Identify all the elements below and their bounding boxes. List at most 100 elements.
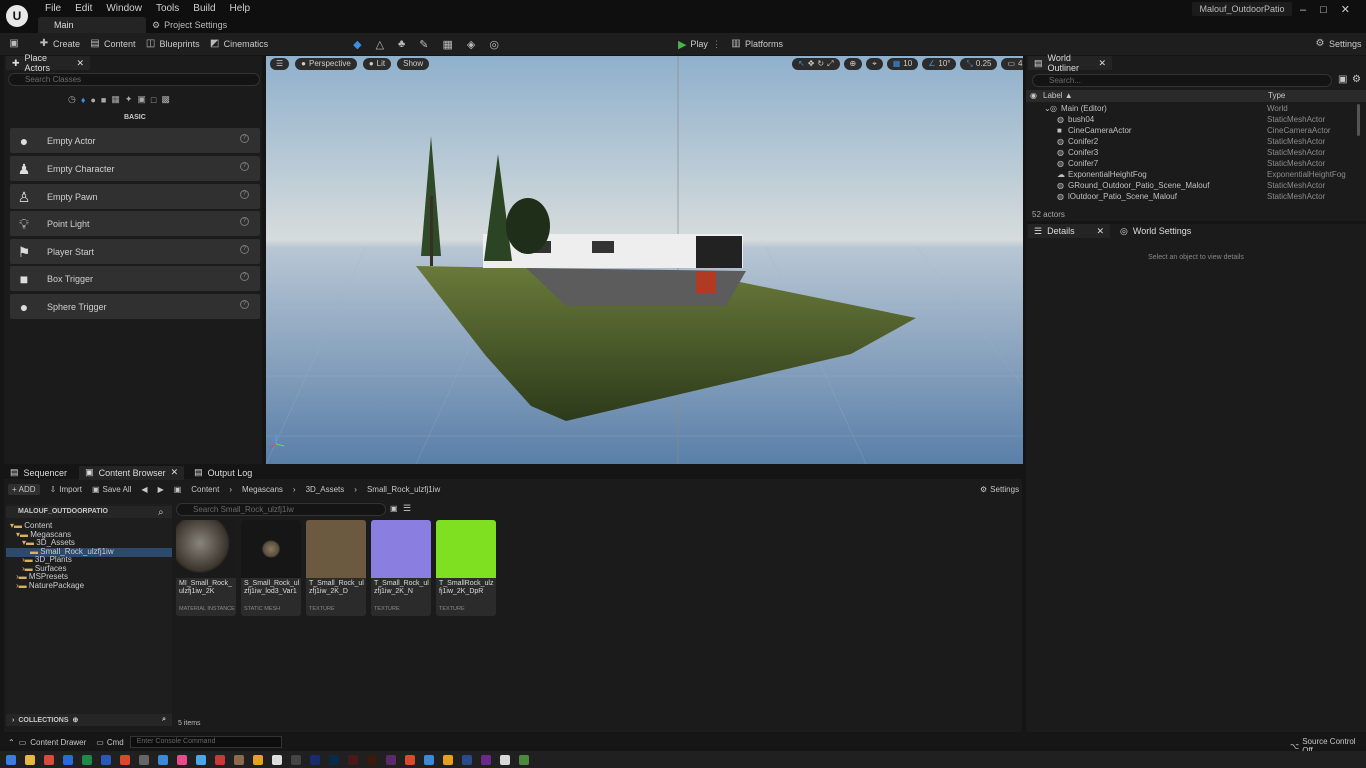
- asset-tile[interactable]: MI_Small_Rock_ulzfj1iw_2K MATERIAL INSTAN…: [176, 520, 236, 616]
- cmd-button[interactable]: ▭ Cmd: [96, 738, 123, 747]
- cinematic-icon[interactable]: ▦: [111, 94, 120, 105]
- perspective-button[interactable]: ● Perspective: [295, 58, 357, 70]
- transform-tools[interactable]: ↖ ✥ ↻ ⤢: [792, 58, 840, 70]
- console-input[interactable]: Enter Console Command: [129, 736, 282, 748]
- close-icon[interactable]: ✕: [1096, 226, 1104, 237]
- app-icon[interactable]: [386, 754, 396, 765]
- history-forward-icon[interactable]: ▶: [158, 485, 164, 494]
- maximize-icon[interactable]: □: [1320, 4, 1327, 16]
- tab-place-actors[interactable]: ✚ Place Actors ✕: [6, 53, 90, 73]
- app-icon[interactable]: [500, 754, 510, 765]
- actor-player-start[interactable]: ⚑ Player Start?: [10, 239, 260, 264]
- play-button[interactable]: ▶ Play ⋮: [673, 33, 726, 55]
- app-icon[interactable]: [481, 754, 491, 765]
- actor-empty-pawn[interactable]: ♙ Empty Pawn?: [10, 184, 260, 209]
- settings-button[interactable]: ⚙ Settings: [1310, 33, 1366, 55]
- list-item[interactable]: ◍ bush04 StaticMeshActor: [1026, 115, 1356, 126]
- import-button[interactable]: ⇩ Import: [50, 485, 82, 494]
- illustrator-icon[interactable]: [367, 754, 377, 765]
- rotation-snap-button[interactable]: ∠ 10°: [922, 58, 957, 70]
- visibility-icon[interactable]: ◉: [1030, 91, 1037, 100]
- asset-search-input[interactable]: Search Small_Rock_ulzfj1iw: [176, 503, 386, 516]
- list-item[interactable]: ◍ Conifer2 StaticMeshActor: [1026, 137, 1356, 148]
- settings-icon[interactable]: ⚙: [1352, 74, 1361, 85]
- fracture-mode-icon[interactable]: ◈: [467, 38, 475, 51]
- tab-world-settings[interactable]: ◎ World Settings: [1114, 224, 1197, 238]
- cb-settings-button[interactable]: ⚙ Settings: [980, 485, 1019, 494]
- unreal-taskbar-icon[interactable]: [272, 754, 282, 765]
- mail-icon[interactable]: [63, 754, 73, 765]
- tab-world-outliner[interactable]: ▤ World Outliner ✕: [1028, 53, 1112, 73]
- menu-tools[interactable]: Tools: [149, 3, 186, 14]
- app-icon[interactable]: [139, 754, 149, 765]
- shapes-icon[interactable]: ■: [101, 95, 106, 105]
- app-icon[interactable]: [291, 754, 301, 765]
- actor-sphere-trigger[interactable]: ● Sphere Trigger?: [10, 294, 260, 319]
- help-icon[interactable]: ?: [240, 162, 249, 171]
- actor-box-trigger[interactable]: ■ Box Trigger?: [10, 266, 260, 291]
- unreal-logo-icon[interactable]: U: [6, 5, 28, 27]
- geometry-icon[interactable]: ▣: [137, 94, 146, 105]
- label-column-header[interactable]: Label ▲: [1043, 91, 1073, 100]
- create-button[interactable]: ✚ Create: [34, 33, 85, 55]
- photoshop-icon[interactable]: [329, 754, 339, 765]
- list-item[interactable]: ■ CineCameraActor CineCameraActor: [1026, 126, 1356, 137]
- collections-header[interactable]: › COLLECTIONS ⊕ ⌕: [6, 714, 172, 726]
- app-icon[interactable]: [215, 754, 225, 765]
- asset-tile[interactable]: T_Small_Rock_ulzfj1iw_2K_N TEXTURE: [371, 520, 431, 616]
- level-viewport[interactable]: ☰ ● Perspective ● Lit Show ↖ ✥ ↻ ⤢ ⊕ ⌖ ▦ 10 ∠ 1…: [266, 56, 1023, 464]
- viewport-menu-button[interactable]: ☰: [270, 58, 290, 70]
- world-local-button[interactable]: ⊕: [843, 58, 863, 70]
- start-icon[interactable]: [6, 754, 16, 765]
- content-drawer-button[interactable]: ⌃ ▭ Content Drawer: [8, 738, 86, 747]
- add-button[interactable]: + ADD: [8, 484, 40, 495]
- close-icon[interactable]: ✕: [1341, 3, 1350, 16]
- after-effects-icon[interactable]: [310, 754, 320, 765]
- help-icon[interactable]: ?: [240, 190, 249, 199]
- powerpoint-icon[interactable]: [120, 754, 130, 765]
- asset-tile[interactable]: T_SmallRock_ulzfj1iw_2K_DpR TEXTURE: [436, 520, 496, 616]
- surface-snap-button[interactable]: ⌖: [866, 58, 883, 70]
- asset-tile[interactable]: S_Small_Rock_ulzfj1iw_lod3_Var1 STATIC ME…: [241, 520, 301, 616]
- outliner-scrollbar[interactable]: [1357, 104, 1360, 136]
- app-icon[interactable]: [177, 754, 187, 765]
- search-icon[interactable]: ⌕: [158, 507, 164, 518]
- tab-main[interactable]: Main: [38, 17, 146, 33]
- help-icon[interactable]: ?: [240, 300, 249, 309]
- camera-speed-button[interactable]: ▭ 4: [1001, 58, 1023, 70]
- volumes-icon[interactable]: □: [151, 95, 156, 105]
- app-icon[interactable]: [462, 754, 472, 765]
- app-icon[interactable]: [424, 754, 434, 765]
- mesh-mode-icon[interactable]: ▦: [442, 38, 452, 51]
- tab-project-settings[interactable]: ⚙ Project Settings: [152, 17, 227, 33]
- menu-help[interactable]: Help: [223, 3, 258, 14]
- save-all-button[interactable]: ▣ Save All: [92, 485, 131, 494]
- menu-file[interactable]: File: [38, 3, 68, 14]
- breadcrumb-3d-assets[interactable]: 3D_Assets: [306, 485, 345, 494]
- tab-content-browser[interactable]: ▣ Content Browser ✕: [79, 465, 185, 480]
- actor-empty-actor[interactable]: ● Empty Actor?: [10, 128, 260, 153]
- show-button[interactable]: Show: [397, 58, 430, 70]
- history-back-icon[interactable]: ◀: [141, 485, 147, 494]
- app-icon[interactable]: [443, 754, 453, 765]
- basic-icon[interactable]: ♦: [81, 95, 86, 105]
- menu-window[interactable]: Window: [99, 3, 149, 14]
- app-icon[interactable]: [253, 754, 263, 765]
- excel-icon[interactable]: [82, 754, 92, 765]
- file-explorer-icon[interactable]: [25, 754, 35, 765]
- app-icon[interactable]: [519, 754, 529, 765]
- app-icon[interactable]: [196, 754, 206, 765]
- save-search-icon[interactable]: ▣: [390, 504, 398, 513]
- browser-icon[interactable]: [44, 754, 54, 765]
- grid-snap-button[interactable]: ▦ 10: [886, 58, 919, 70]
- select-mode-icon[interactable]: ◆: [353, 38, 361, 51]
- all-classes-icon[interactable]: ▩: [161, 94, 170, 105]
- menu-edit[interactable]: Edit: [68, 3, 99, 14]
- tree-naturepackage[interactable]: ›▬ NaturePackage: [16, 581, 84, 591]
- search-icon[interactable]: ⌕: [162, 716, 166, 724]
- platforms-button[interactable]: ▥ Platforms: [726, 33, 788, 55]
- list-item[interactable]: ◍ Conifer3 StaticMeshActor: [1026, 148, 1356, 159]
- app-icon[interactable]: [234, 754, 244, 765]
- asset-tile[interactable]: T_Small_Rock_ulzfj1iw_2K_D TEXTURE: [306, 520, 366, 616]
- list-item[interactable]: ◍ GRound_Outdoor_Patio_Scene_Malouf Static…: [1026, 181, 1356, 192]
